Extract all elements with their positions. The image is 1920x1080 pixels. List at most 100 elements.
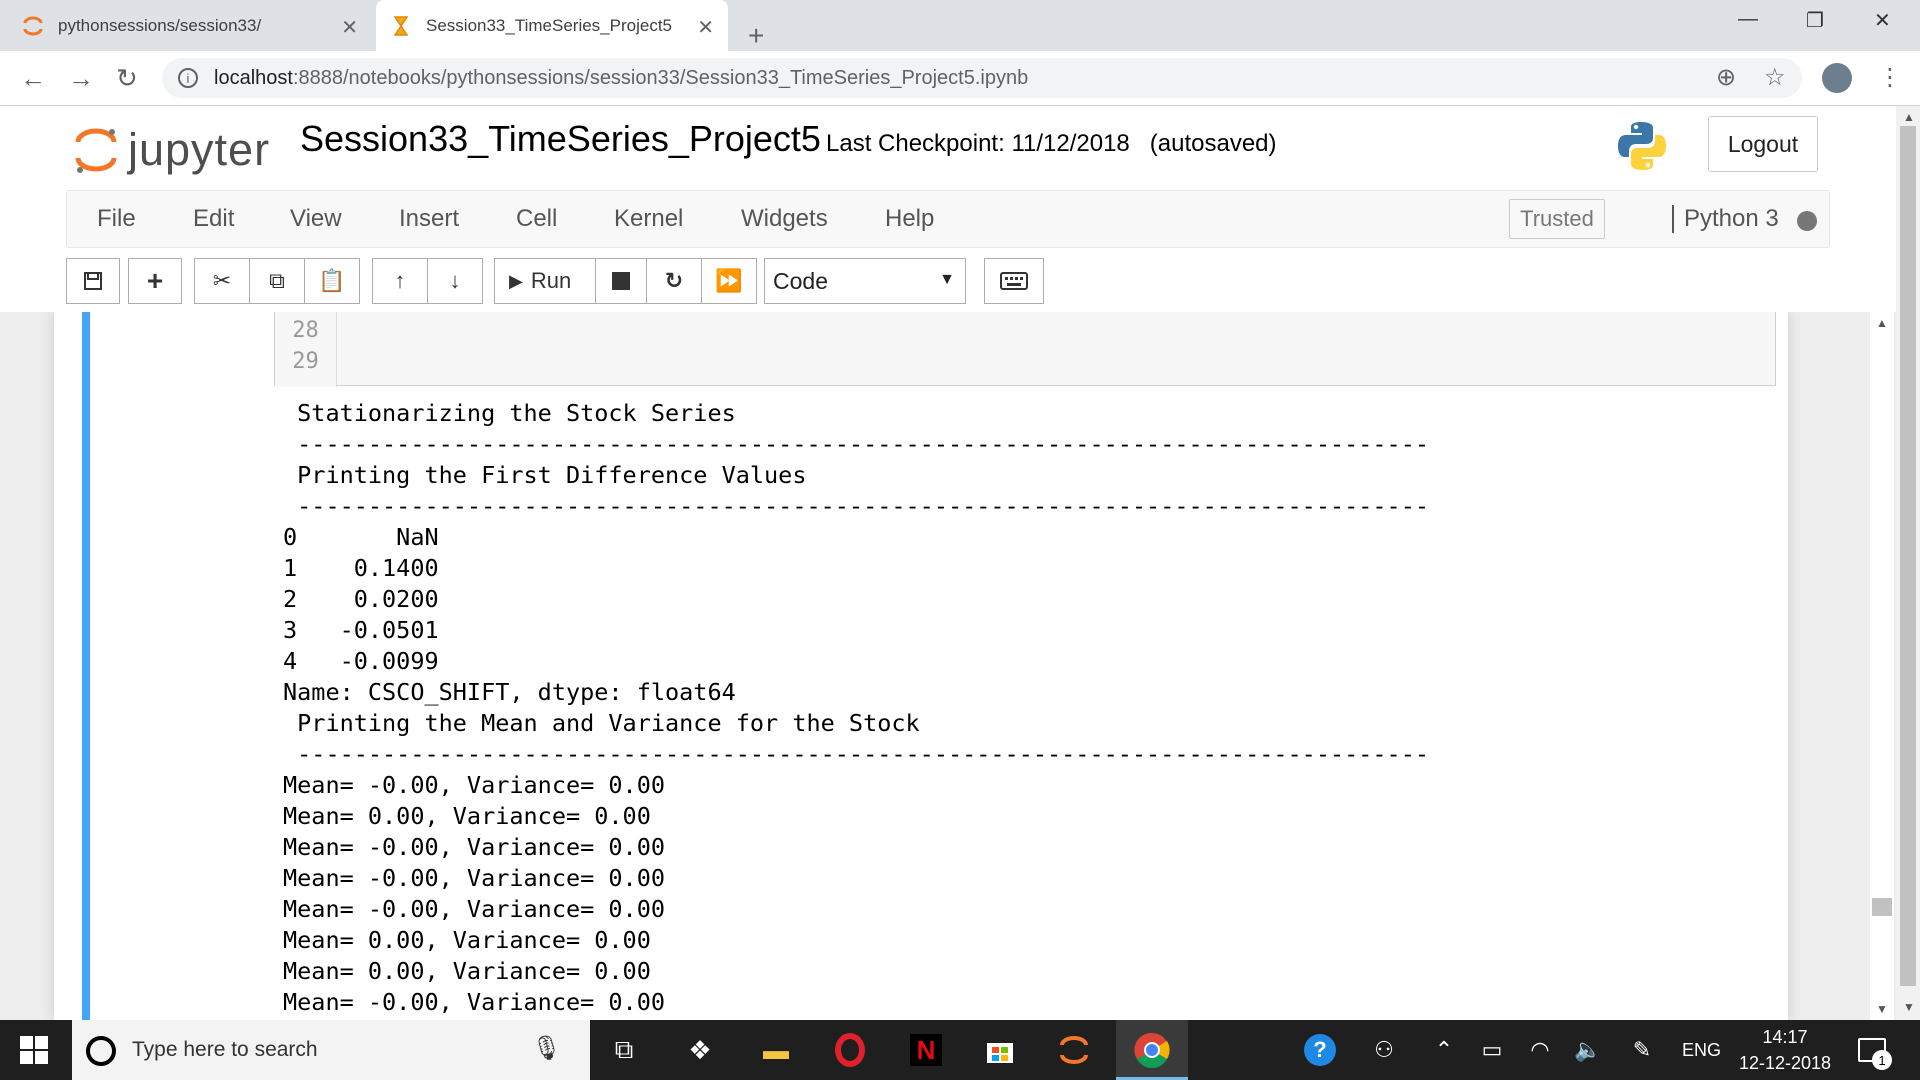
- run-button[interactable]: ▶︎ Run: [494, 258, 596, 304]
- cell-output: Stationarizing the Stock Series --------…: [283, 398, 1429, 1018]
- interrupt-button[interactable]: [595, 258, 647, 304]
- output-line: Mean= -0.00, Variance= 0.00: [283, 833, 666, 861]
- save-button[interactable]: [66, 258, 120, 304]
- help-icon[interactable]: ?: [1300, 1030, 1340, 1070]
- output-line: Stationarizing the Stock Series: [283, 399, 736, 427]
- scroll-down-icon[interactable]: ▼: [1876, 1002, 1888, 1016]
- insert-cell-button[interactable]: +: [128, 258, 182, 304]
- output-line: 2 0.0200: [283, 585, 439, 613]
- microphone-icon[interactable]: 🎙: [532, 1034, 562, 1063]
- forward-arrow-icon[interactable]: →: [68, 63, 94, 94]
- copy-button[interactable]: ⧉: [249, 258, 305, 304]
- dropbox-icon[interactable]: ❖: [680, 1030, 720, 1070]
- output-line: 3 -0.0501: [283, 616, 439, 644]
- notebook-scrollbar[interactable]: ▲ ▼: [1870, 312, 1894, 1020]
- notebook-name[interactable]: Session33_TimeSeries_Project5: [300, 118, 821, 160]
- zoom-icon[interactable]: ⊕: [1716, 63, 1736, 92]
- star-icon[interactable]: ☆: [1764, 63, 1786, 92]
- task-view-icon[interactable]: ⧉: [604, 1030, 644, 1070]
- checkpoint-status: Last Checkpoint: 11/12/2018 (autosaved): [826, 130, 1277, 157]
- reload-icon[interactable]: ↻: [116, 63, 138, 94]
- menu-insert[interactable]: Insert: [399, 205, 459, 233]
- output-line: ----------------------------------------…: [283, 430, 1430, 458]
- info-icon[interactable]: i: [178, 68, 198, 88]
- menu-cell[interactable]: Cell: [516, 205, 557, 233]
- notebook-menubar: File Edit View Insert Cell Kernel Widget…: [66, 190, 1830, 248]
- close-tab-icon[interactable]: ✕: [341, 15, 358, 40]
- chrome-icon: [1134, 1032, 1170, 1068]
- chrome-taskbar-button[interactable]: [1116, 1020, 1188, 1080]
- jupyter-taskbar-icon[interactable]: [1054, 1030, 1094, 1070]
- paste-button[interactable]: 📋: [304, 258, 360, 304]
- menu-edit[interactable]: Edit: [193, 205, 234, 233]
- step-forward-icon: ▶︎: [509, 270, 523, 291]
- show-hidden-icons[interactable]: ⌃: [1424, 1030, 1464, 1070]
- netflix-icon[interactable]: N: [906, 1030, 946, 1070]
- jupyter-logo[interactable]: jupyter: [74, 124, 270, 176]
- address-bar: ← → ↻ i localhost:8888/notebooks/pythons…: [0, 51, 1920, 106]
- back-arrow-icon[interactable]: ←: [20, 63, 46, 94]
- output-line: ----------------------------------------…: [283, 492, 1430, 520]
- url-field[interactable]: i localhost:8888/notebooks/pythonsession…: [162, 58, 1802, 98]
- python-logo-icon: [1618, 122, 1666, 170]
- language-indicator[interactable]: ENG: [1682, 1040, 1721, 1061]
- store-icon[interactable]: [980, 1030, 1020, 1070]
- scroll-down-icon[interactable]: ▼: [1903, 1000, 1915, 1014]
- restart-button[interactable]: ↻: [646, 258, 702, 304]
- system-clock[interactable]: 14:17 12-12-2018: [1734, 1024, 1836, 1076]
- taskbar-search-box[interactable]: Type here to search 🎙: [72, 1020, 590, 1080]
- move-down-button[interactable]: ↓: [427, 258, 483, 304]
- notification-count: 1: [1872, 1050, 1892, 1070]
- minimize-icon[interactable]: —: [1738, 8, 1758, 31]
- logout-button[interactable]: Logout: [1708, 116, 1818, 172]
- close-window-icon[interactable]: ✕: [1874, 8, 1891, 33]
- trusted-indicator[interactable]: Trusted: [1509, 199, 1605, 239]
- scroll-thumb[interactable]: [1900, 126, 1916, 986]
- scissors-icon: ✂: [212, 268, 232, 293]
- tab-session33-notebook[interactable]: Session33_TimeSeries_Project5 ✕: [376, 0, 728, 51]
- battery-icon[interactable]: ▭: [1472, 1030, 1512, 1070]
- people-icon[interactable]: ⚇: [1364, 1030, 1404, 1070]
- profile-avatar[interactable]: [1822, 63, 1852, 93]
- scroll-up-icon[interactable]: ▲: [1876, 316, 1888, 330]
- menu-view[interactable]: View: [290, 205, 342, 233]
- search-placeholder: Type here to search: [132, 1038, 318, 1061]
- opera-icon[interactable]: [830, 1030, 870, 1070]
- page-scrollbar[interactable]: ▲ ▼: [1896, 106, 1920, 1020]
- more-menu-icon[interactable]: ⋮: [1878, 63, 1902, 92]
- restore-icon[interactable]: ❐: [1806, 8, 1824, 33]
- restart-run-all-button[interactable]: ⏩: [701, 258, 757, 304]
- output-line: 0 NaN: [283, 523, 439, 551]
- restart-icon: ↻: [664, 268, 684, 293]
- code-cell-input[interactable]: 28 29: [274, 312, 1776, 387]
- notifications-icon[interactable]: 1: [1852, 1030, 1892, 1070]
- menu-kernel[interactable]: Kernel: [614, 205, 683, 233]
- menu-file[interactable]: File: [97, 205, 136, 233]
- pen-icon[interactable]: ✎: [1622, 1030, 1662, 1070]
- tab-pythonsessions[interactable]: pythonsessions/session33/ ✕: [22, 0, 372, 51]
- menu-help[interactable]: Help: [885, 205, 934, 233]
- volume-icon[interactable]: 🔈: [1568, 1030, 1608, 1070]
- windows-start-icon[interactable]: [20, 1036, 48, 1064]
- jupyter-wordmark: jupyter: [128, 124, 271, 175]
- cell-type-select[interactable]: Code ▼: [764, 258, 966, 304]
- file-explorer-icon[interactable]: ▬: [756, 1030, 796, 1070]
- output-line: Mean= -0.00, Variance= 0.00: [283, 771, 666, 799]
- scroll-up-icon[interactable]: ▲: [1903, 110, 1915, 124]
- scroll-thumb[interactable]: [1872, 898, 1892, 916]
- arrow-down-icon: ↓: [449, 268, 461, 293]
- output-line: 1 0.1400: [283, 554, 439, 582]
- clock-time: 14:17: [1762, 1027, 1808, 1047]
- menu-widgets[interactable]: Widgets: [741, 205, 828, 233]
- wifi-icon[interactable]: ◠: [1520, 1030, 1560, 1070]
- hourglass-icon: [393, 15, 409, 36]
- move-up-button[interactable]: ↑: [372, 258, 428, 304]
- command-palette-button[interactable]: [984, 258, 1044, 304]
- kernel-name[interactable]: Python 3: [1672, 205, 1779, 233]
- kernel-status-icon: [1797, 211, 1817, 231]
- cut-button[interactable]: ✂: [194, 258, 250, 304]
- run-label: Run: [530, 268, 572, 293]
- output-line: Mean= -0.00, Variance= 0.00: [283, 864, 666, 892]
- close-tab-icon[interactable]: ✕: [697, 15, 714, 40]
- url-path: :8888/notebooks/pythonsessions/session33…: [292, 66, 1029, 89]
